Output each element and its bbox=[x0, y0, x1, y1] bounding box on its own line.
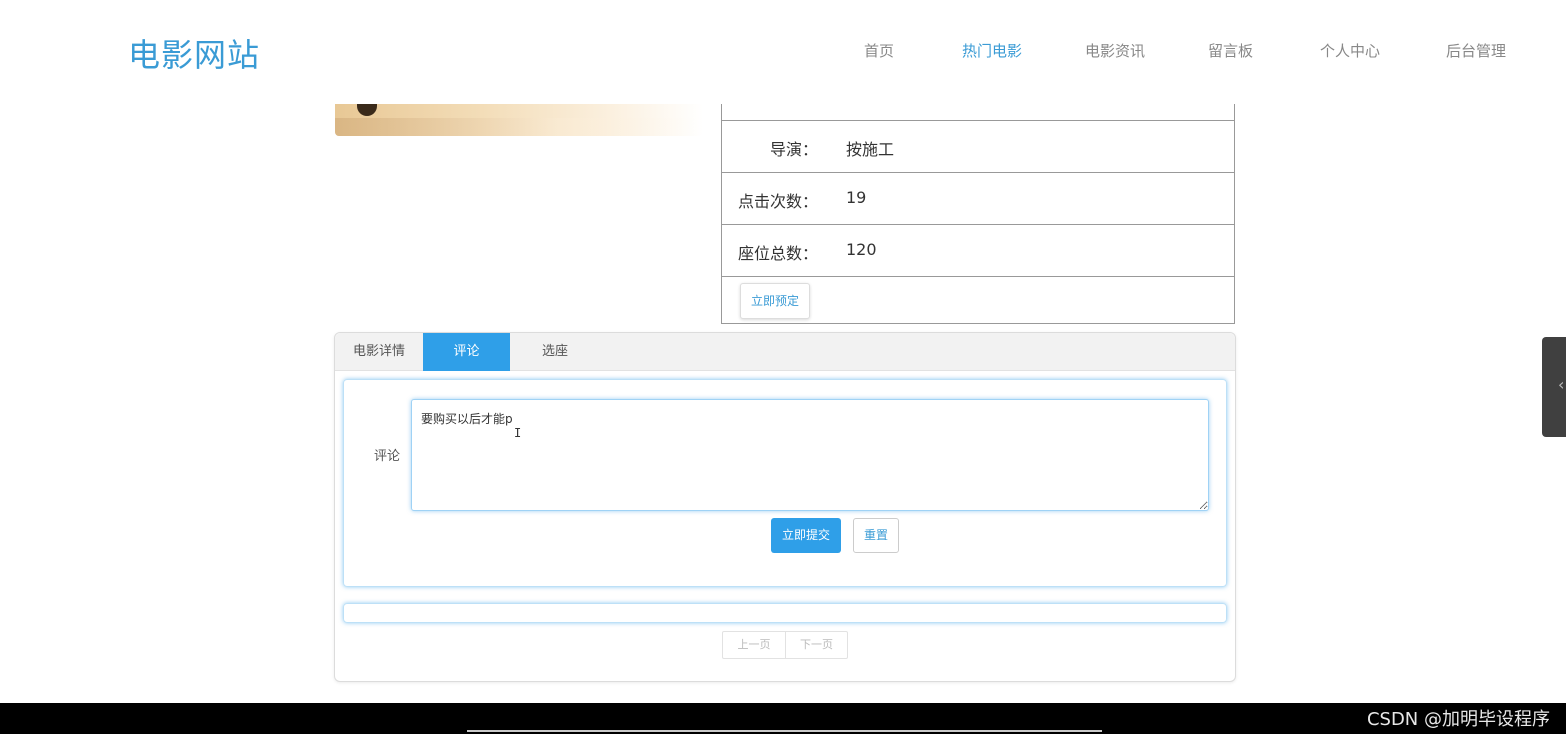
watermark: CSDN @加明毕设程序 bbox=[1366, 709, 1550, 730]
tab-seat-selection[interactable]: 选座 bbox=[510, 333, 600, 371]
book-now-button[interactable]: 立即预定 bbox=[740, 283, 810, 319]
info-row-actions: 立即预定 bbox=[722, 276, 1234, 323]
pagination: 上一页 下一页 bbox=[722, 631, 848, 659]
nav-user-center[interactable]: 个人中心 bbox=[1320, 40, 1380, 61]
nav-movie-news[interactable]: 电影资讯 bbox=[1085, 40, 1145, 61]
submit-button[interactable]: 立即提交 bbox=[771, 518, 841, 553]
nav-hot-movies[interactable]: 热门电影 bbox=[962, 40, 1022, 61]
tab-comments[interactable]: 评论 bbox=[423, 333, 510, 371]
prev-page-button[interactable]: 上一页 bbox=[723, 632, 785, 658]
nav-home[interactable]: 首页 bbox=[864, 40, 894, 61]
next-page-button[interactable]: 下一页 bbox=[785, 632, 847, 658]
director-label: 导演： bbox=[769, 140, 818, 159]
clicks-value: 19 bbox=[846, 188, 867, 207]
seats-value: 120 bbox=[846, 240, 877, 259]
site-header: 电影网站 首页 热门电影 电影资讯 留言板 个人中心 后台管理 bbox=[0, 0, 1566, 104]
horizontal-scrollbar[interactable] bbox=[467, 730, 1102, 732]
movie-poster bbox=[335, 104, 703, 136]
tab-bar: 电影详情 评论 选座 bbox=[335, 333, 1235, 371]
nav-admin[interactable]: 后台管理 bbox=[1446, 40, 1506, 61]
reset-button[interactable]: 重置 bbox=[853, 518, 899, 553]
comment-list bbox=[343, 603, 1227, 623]
seats-label: 座位总数： bbox=[737, 244, 818, 263]
comment-textarea[interactable]: 要购买以后才能p bbox=[411, 399, 1209, 511]
info-row-director: 导演： 按施工 bbox=[722, 120, 1234, 172]
main-nav: 首页 热门电影 电影资讯 留言板 个人中心 后台管理 bbox=[0, 40, 1566, 64]
chevron-left-icon: ‹ bbox=[1558, 375, 1565, 394]
bottom-bar: CSDN @加明毕设程序 bbox=[0, 703, 1566, 734]
director-value: 按施工 bbox=[846, 140, 895, 159]
side-panel-handle[interactable]: ‹ bbox=[1542, 337, 1566, 437]
text-cursor-icon: I bbox=[514, 426, 522, 440]
movie-info-table: 导演： 按施工 点击次数： 19 座位总数： 120 立即预定 bbox=[721, 104, 1235, 324]
tab-movie-details[interactable]: 电影详情 bbox=[335, 333, 423, 371]
nav-message-board[interactable]: 留言板 bbox=[1208, 40, 1253, 61]
comment-form: 评论 要购买以后才能p I 立即提交 重置 bbox=[343, 379, 1227, 587]
comment-label: 评论 bbox=[374, 449, 401, 464]
info-row-seats: 座位总数： 120 bbox=[722, 224, 1234, 276]
clicks-label: 点击次数： bbox=[737, 192, 818, 211]
info-row-clicks: 点击次数： 19 bbox=[722, 172, 1234, 224]
detail-tab-panel: 电影详情 评论 选座 评论 要购买以后才能p I 立即提交 重置 上一页 下一页 bbox=[334, 332, 1236, 682]
